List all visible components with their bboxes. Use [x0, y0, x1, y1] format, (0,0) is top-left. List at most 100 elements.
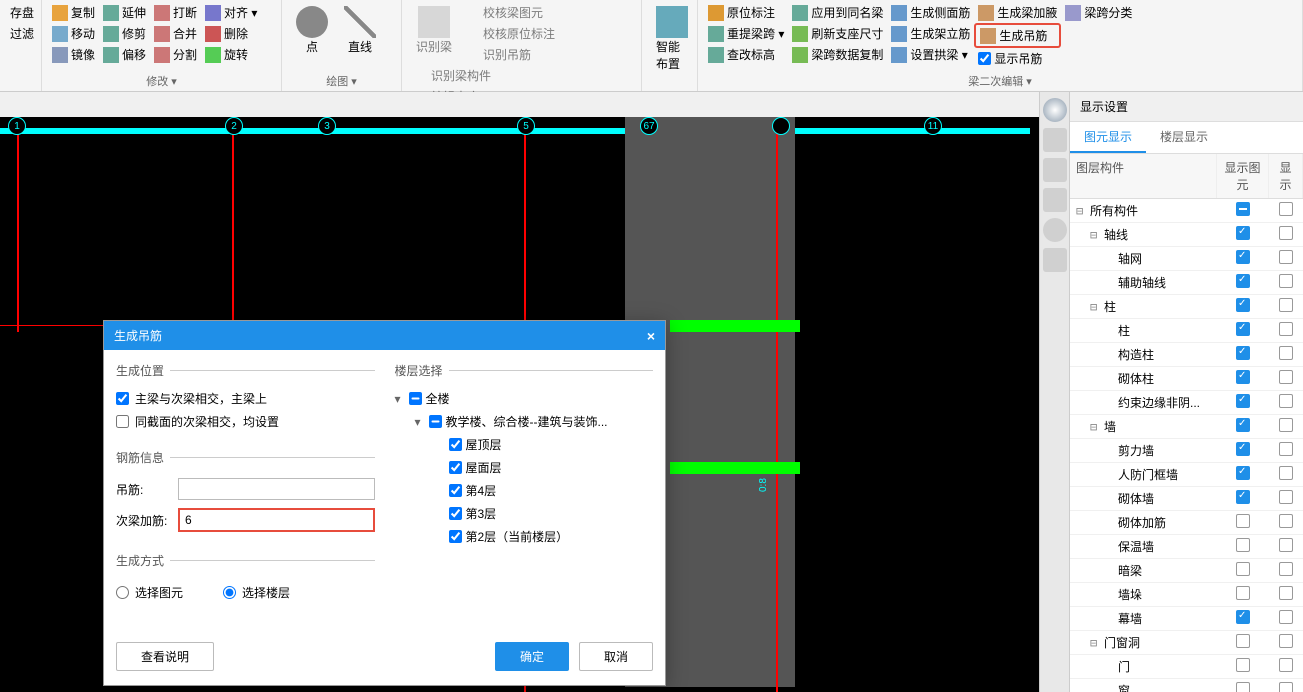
rail-3d-icon[interactable]	[1043, 128, 1067, 152]
component-tree-row[interactable]: 砌体加筋	[1070, 511, 1303, 535]
show-element-checkbox[interactable]	[1236, 202, 1250, 216]
show-element-checkbox[interactable]	[1236, 274, 1250, 288]
show-checkbox[interactable]	[1279, 202, 1293, 216]
show-element-checkbox[interactable]	[1236, 538, 1250, 552]
floor-checkbox[interactable]	[449, 461, 462, 474]
same-section-checkbox[interactable]	[116, 415, 129, 428]
floor-tree[interactable]: ▾全楼▾教学楼、综合楼--建筑与装饰...屋顶层屋面层第4层第3层第2层（当前楼…	[395, 387, 654, 548]
show-checkbox[interactable]	[1279, 682, 1293, 692]
tab-element-display[interactable]: 图元显示	[1070, 122, 1146, 153]
component-tree-row[interactable]: 柱	[1070, 319, 1303, 343]
show-checkbox[interactable]	[1279, 658, 1293, 672]
identify-hanger-button[interactable]: 识别吊筋	[460, 44, 559, 65]
smart-layout-button[interactable]: 智能布置	[648, 2, 696, 76]
show-element-checkbox[interactable]	[1236, 394, 1250, 408]
show-hanger-checkbox[interactable]	[978, 52, 991, 65]
floor-checkbox[interactable]	[449, 484, 462, 497]
show-element-checkbox[interactable]	[1236, 466, 1250, 480]
point-button[interactable]: 点	[288, 2, 336, 59]
ok-button[interactable]: 确定	[495, 642, 569, 671]
expander-icon[interactable]: ⊟	[1076, 204, 1088, 218]
gen-hanger-button[interactable]: 生成吊筋	[974, 23, 1061, 48]
show-checkbox[interactable]	[1279, 370, 1293, 384]
component-tree-row[interactable]: 人防门框墙	[1070, 463, 1303, 487]
show-element-checkbox[interactable]	[1236, 322, 1250, 336]
component-tree-row[interactable]: 门	[1070, 655, 1303, 679]
show-element-checkbox[interactable]	[1236, 658, 1250, 672]
check-position-mark-button[interactable]: 校核原位标注	[460, 23, 559, 44]
gen-haunch-button[interactable]: 生成梁加腋	[974, 2, 1061, 23]
show-element-checkbox[interactable]	[1236, 490, 1250, 504]
floor-checkbox[interactable]	[409, 392, 422, 405]
select-element-radio[interactable]	[116, 586, 129, 599]
tree-toggle-icon[interactable]: ▾	[395, 392, 405, 406]
span-classify-button[interactable]: 梁跨分类	[1061, 2, 1136, 23]
component-tree-row[interactable]: 暗梁	[1070, 559, 1303, 583]
expander-icon[interactable]: ⊟	[1090, 420, 1102, 434]
hanger-input[interactable]	[178, 478, 375, 500]
close-icon[interactable]: ×	[647, 328, 655, 344]
identify-beam-member-button[interactable]: 识别梁构件	[408, 65, 495, 86]
show-checkbox[interactable]	[1279, 466, 1293, 480]
component-tree-row[interactable]: 墙垛	[1070, 583, 1303, 607]
floor-checkbox[interactable]	[449, 438, 462, 451]
rail-cube-side-icon[interactable]	[1043, 188, 1067, 212]
show-checkbox[interactable]	[1279, 250, 1293, 264]
expander-icon[interactable]: ⊟	[1090, 300, 1102, 314]
expander-icon[interactable]: ⊟	[1090, 228, 1102, 242]
component-tree-row[interactable]: ⊟门窗洞	[1070, 631, 1303, 655]
apply-same-name-button[interactable]: 应用到同名梁	[788, 2, 887, 23]
show-checkbox[interactable]	[1279, 610, 1293, 624]
check-beam-element-button[interactable]: 校核梁图元	[460, 2, 559, 23]
show-checkbox[interactable]	[1279, 490, 1293, 504]
break-button[interactable]: 打断	[150, 2, 201, 23]
component-tree-row[interactable]: 辅助轴线	[1070, 271, 1303, 295]
show-checkbox[interactable]	[1279, 514, 1293, 528]
trim-button[interactable]: 修剪	[99, 23, 150, 44]
tree-toggle-icon[interactable]: ▾	[415, 415, 425, 429]
show-hanger-button[interactable]: 显示吊筋	[974, 48, 1061, 69]
show-element-checkbox[interactable]	[1236, 610, 1250, 624]
component-tree-row[interactable]: ⊟轴线	[1070, 223, 1303, 247]
main-sub-intersect-checkbox[interactable]	[116, 392, 129, 405]
move-button[interactable]: 移动	[48, 23, 99, 44]
show-checkbox[interactable]	[1279, 586, 1293, 600]
show-element-checkbox[interactable]	[1236, 346, 1250, 360]
show-element-checkbox[interactable]	[1236, 562, 1250, 576]
floor-checkbox[interactable]	[449, 530, 462, 543]
check-elevation-button[interactable]: 查改标高	[704, 44, 788, 65]
rail-refresh-icon[interactable]	[1043, 218, 1067, 242]
split-button[interactable]: 分割	[150, 44, 201, 65]
sub-beam-rebar-input[interactable]	[178, 508, 375, 532]
component-tree-row[interactable]: 砌体墙	[1070, 487, 1303, 511]
cancel-button[interactable]: 取消	[579, 642, 653, 671]
component-tree-row[interactable]: 轴网	[1070, 247, 1303, 271]
rail-cube-front-icon[interactable]	[1043, 158, 1067, 182]
show-checkbox[interactable]	[1279, 442, 1293, 456]
align-button[interactable]: 对齐 ▾	[201, 2, 261, 23]
component-tree-row[interactable]: 幕墙	[1070, 607, 1303, 631]
expander-icon[interactable]: ⊟	[1090, 636, 1102, 650]
component-tree-row[interactable]: ⊟所有构件	[1070, 199, 1303, 223]
component-tree-row[interactable]: 窗	[1070, 679, 1303, 692]
show-checkbox[interactable]	[1279, 346, 1293, 360]
reextract-span-button[interactable]: 重提梁跨 ▾	[704, 23, 788, 44]
component-tree-row[interactable]: ⊟墙	[1070, 415, 1303, 439]
floor-checkbox[interactable]	[449, 507, 462, 520]
show-checkbox[interactable]	[1279, 538, 1293, 552]
show-element-checkbox[interactable]	[1236, 682, 1250, 692]
component-tree-row[interactable]: 构造柱	[1070, 343, 1303, 367]
show-checkbox[interactable]	[1279, 274, 1293, 288]
mirror-button[interactable]: 镜像	[48, 44, 99, 65]
show-checkbox[interactable]	[1279, 418, 1293, 432]
show-checkbox[interactable]	[1279, 298, 1293, 312]
component-tree-row[interactable]: 砌体柱	[1070, 367, 1303, 391]
gen-erect-rebar-button[interactable]: 生成架立筋	[887, 23, 974, 44]
show-checkbox[interactable]	[1279, 226, 1293, 240]
set-arch-beam-button[interactable]: 设置拱梁 ▾	[887, 44, 974, 65]
line-button[interactable]: 直线	[336, 2, 384, 59]
show-element-checkbox[interactable]	[1236, 250, 1250, 264]
show-element-checkbox[interactable]	[1236, 634, 1250, 648]
show-element-checkbox[interactable]	[1236, 418, 1250, 432]
show-element-checkbox[interactable]	[1236, 226, 1250, 240]
